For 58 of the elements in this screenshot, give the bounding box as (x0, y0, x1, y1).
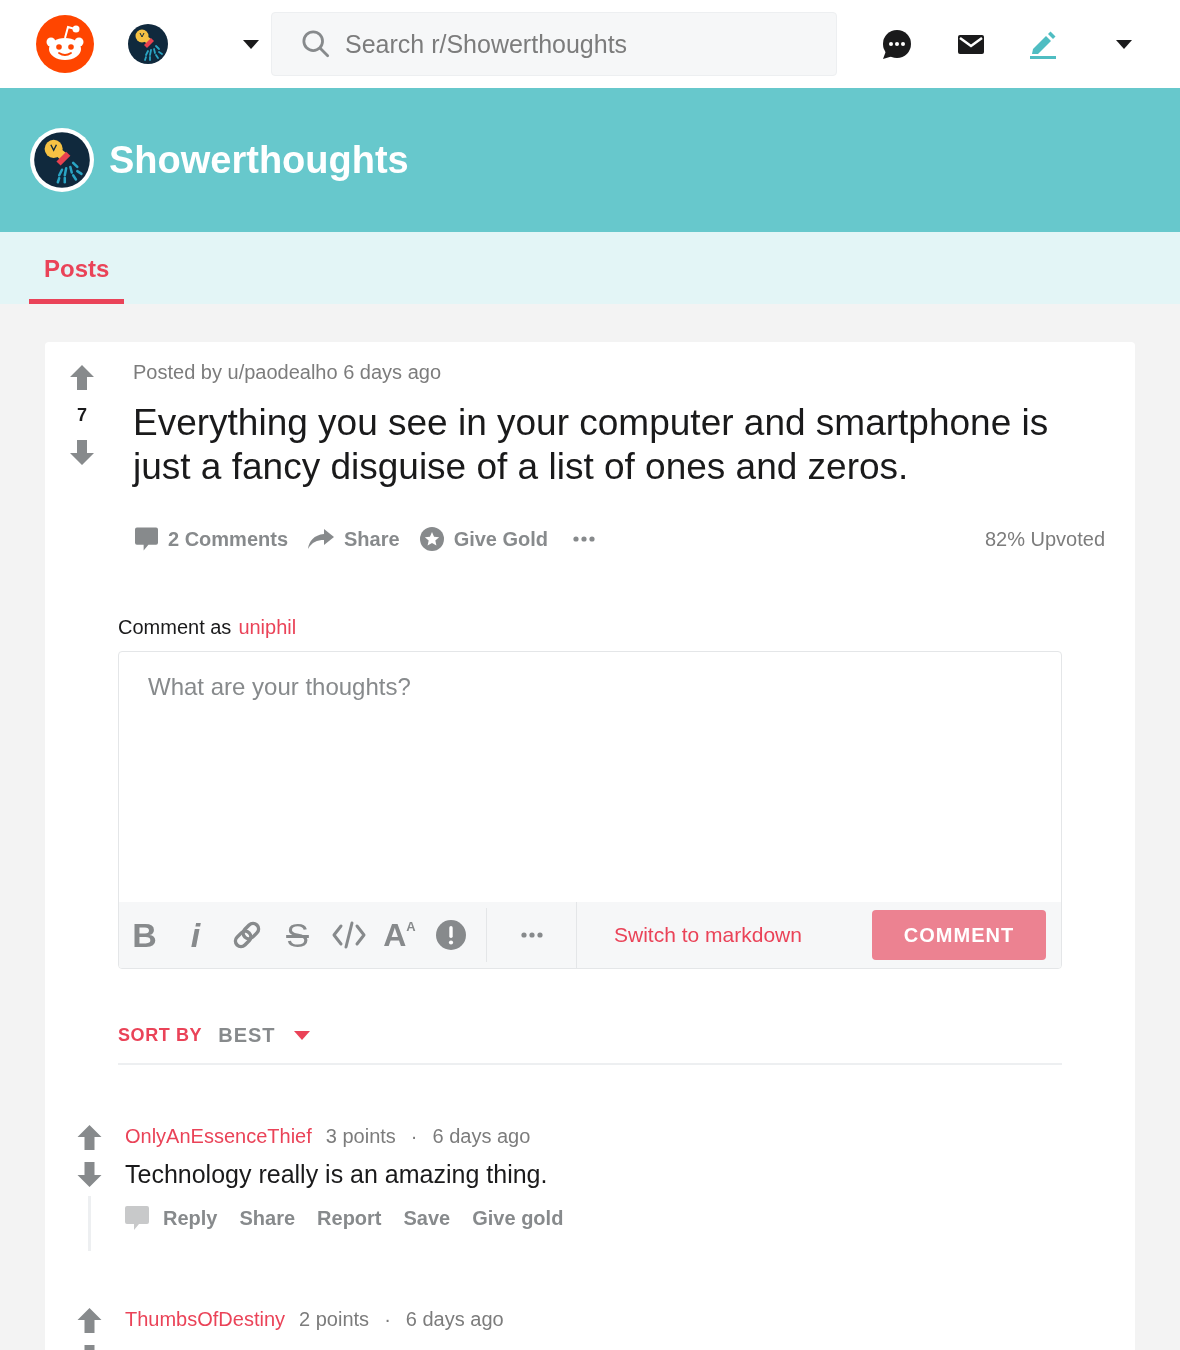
username-link[interactable]: uniphil (238, 615, 297, 639)
upvote-icon[interactable] (70, 365, 94, 390)
dot-separator: · (384, 1307, 391, 1331)
community-dropdown[interactable] (128, 24, 259, 64)
caret-icon (293, 1030, 310, 1040)
bold-button[interactable]: B (131, 917, 158, 953)
italic-button[interactable]: i (189, 917, 202, 953)
upvote-ratio: 82% Upvoted (984, 527, 1105, 551)
lightbulb-icon (30, 128, 94, 192)
lightbulb-icon (128, 24, 168, 64)
comments-button[interactable]: 2 Comments (135, 527, 289, 551)
sort-dropdown[interactable]: BEST (218, 1023, 310, 1047)
post-title: Everything you see in your computer and smartphone is just a fancy disguise of a list of ones and zeros. (133, 401, 1050, 489)
downvote-icon[interactable] (76, 1162, 102, 1187)
search-icon (302, 30, 330, 58)
caret-icon[interactable] (1116, 39, 1132, 49)
upvote-icon[interactable] (76, 1125, 102, 1150)
upvote-icon[interactable] (76, 1308, 102, 1333)
speech-bubble-icon (125, 1206, 149, 1230)
more-icon[interactable] (573, 536, 596, 542)
reply-button[interactable]: Reply (125, 1206, 218, 1230)
comment-points: 3 points (325, 1124, 396, 1148)
speech-bubble-icon (135, 527, 158, 551)
save-button[interactable]: Save (403, 1206, 451, 1230)
comment-text: Technology really is an amazing thing. (125, 1159, 549, 1190)
share-button[interactable]: Share (308, 527, 400, 551)
community-title: Showerthoughts (109, 138, 409, 183)
dot-separator: · (410, 1124, 418, 1148)
comment-points: 2 points (299, 1307, 370, 1331)
pencil-icon[interactable] (1030, 29, 1056, 59)
report-button[interactable]: Report (317, 1206, 382, 1230)
mail-icon[interactable] (958, 34, 984, 54)
sort-label: SORT BY (118, 1024, 203, 1047)
comment-as-label: Comment as (118, 615, 232, 639)
search-input[interactable]: Search r/Showerthoughts (345, 29, 805, 59)
share-button[interactable]: Share (239, 1206, 296, 1230)
comment-author[interactable]: ThumbsOfDestiny (125, 1307, 286, 1331)
comment-time: 6 days ago (432, 1124, 531, 1148)
comment-author[interactable]: OnlyAnEssenceThief (125, 1124, 312, 1148)
downvote-icon[interactable] (70, 440, 94, 465)
search-field[interactable]: Search r/Showerthoughts (271, 12, 837, 76)
superscript-button[interactable]: A$^{A}$ (382, 917, 417, 953)
strikethrough-button[interactable]: S (285, 917, 310, 953)
vote-score: 7 (77, 405, 87, 425)
exclamation-icon[interactable] (435, 920, 466, 950)
award-button[interactable]: Give gold (472, 1206, 564, 1230)
code-icon[interactable] (331, 921, 366, 949)
tab[interactable]: Posts (29, 232, 125, 304)
switch-to-markdown-link[interactable]: Switch to markdown (614, 923, 802, 947)
share-icon (308, 529, 335, 549)
chat-icon[interactable] (882, 29, 911, 59)
comment-input[interactable]: What are your thoughts? (119, 652, 1061, 902)
logo-icon[interactable] (36, 15, 94, 73)
more-icon[interactable] (520, 932, 543, 938)
comment-time: 6 days ago (405, 1307, 504, 1331)
caret-icon (243, 39, 259, 49)
post-byline: Posted by u/paodealho 6 days ago (133, 360, 443, 384)
award-button[interactable]: Give Gold (419, 527, 549, 551)
